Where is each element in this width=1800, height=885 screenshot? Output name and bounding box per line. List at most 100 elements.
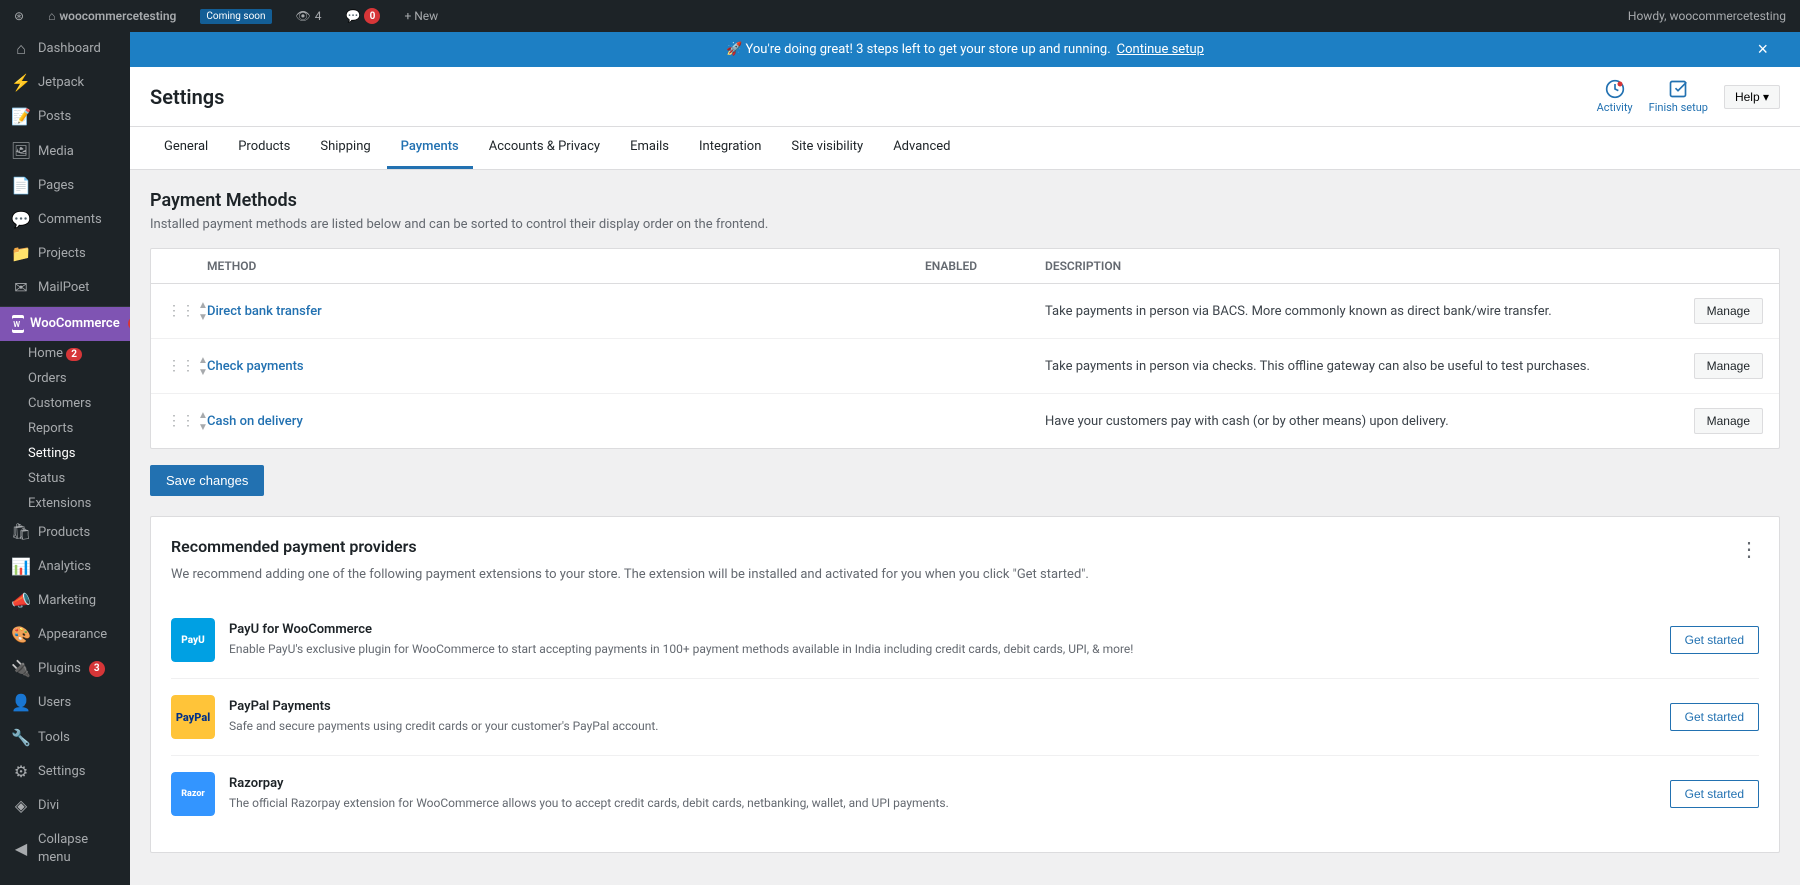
posts-icon: 📝 <box>12 108 30 126</box>
tab-emails[interactable]: Emails <box>616 127 683 169</box>
sidebar-sub-settings[interactable]: Settings <box>0 441 130 466</box>
admin-bar-eye[interactable]: 👁 4 <box>290 0 328 32</box>
notice-link[interactable]: Continue setup <box>1117 42 1204 57</box>
admin-bar-wp-icon[interactable]: ⊛ <box>8 0 30 32</box>
sidebar-sub-reports[interactable]: Reports <box>0 416 130 441</box>
users-icon: 👤 <box>12 695 30 713</box>
finish-setup-button[interactable]: Finish setup <box>1649 79 1708 114</box>
payu-name: PayU for WooCommerce <box>229 622 1656 637</box>
notice-text: 🚀 You're doing great! 3 steps left to ge… <box>726 42 1111 57</box>
sidebar-item-analytics[interactable]: 📊 Analytics <box>0 550 130 584</box>
main-content: 🚀 You're doing great! 3 steps left to ge… <box>130 32 1800 885</box>
toggle-direct-bank[interactable] <box>925 304 1045 319</box>
more-options-icon[interactable]: ⋮ <box>1739 537 1759 561</box>
tab-shipping[interactable]: Shipping <box>306 127 384 169</box>
get-started-button-payu[interactable]: Get started <box>1670 626 1759 654</box>
drag-handle-check[interactable]: ⋮⋮ ▲ ▼ <box>167 355 207 378</box>
sidebar-item-mailpoet[interactable]: ✉ MailPoet <box>0 271 130 305</box>
admin-bar-comments[interactable]: 💬 0 <box>339 0 386 32</box>
get-started-button-paypal[interactable]: Get started <box>1670 703 1759 731</box>
plugins-badge: 3 <box>89 661 105 677</box>
drag-dots-icon: ⋮⋮ <box>167 413 195 429</box>
activity-button[interactable]: Activity <box>1597 79 1633 114</box>
payment-methods-table: Method Enabled Description ⋮⋮ ▲ ▼ Direct… <box>150 248 1780 449</box>
table-row: ⋮⋮ ▲ ▼ Check payments Take payments in p… <box>151 339 1779 394</box>
media-icon: 🖼 <box>12 143 30 161</box>
razorpay-info: Razorpay The official Razorpay extension… <box>229 776 1656 812</box>
sidebar-sub-status[interactable]: Status <box>0 466 130 491</box>
admin-bar: ⊛ ⌂ woocommercetesting Coming soon 👁 4 💬… <box>0 0 1800 32</box>
table-row: ⋮⋮ ▲ ▼ Direct bank transfer Take payment… <box>151 284 1779 339</box>
sidebar-sub-orders[interactable]: Orders <box>0 366 130 391</box>
sidebar-item-plugins[interactable]: 🔌 Plugins 3 <box>0 652 130 686</box>
provider-list: PayU PayU for WooCommerce Enable PayU's … <box>171 602 1759 832</box>
home-badge: 2 <box>66 348 82 361</box>
admin-bar-new[interactable]: + New <box>398 0 444 32</box>
tab-products[interactable]: Products <box>224 127 304 169</box>
analytics-icon: 📊 <box>12 558 30 576</box>
tab-general[interactable]: General <box>150 127 222 169</box>
list-item: PayU PayU for WooCommerce Enable PayU's … <box>171 602 1759 679</box>
method-name-direct-bank[interactable]: Direct bank transfer <box>207 304 925 319</box>
sidebar-sub-extensions[interactable]: Extensions <box>0 491 130 516</box>
sidebar-item-projects[interactable]: 📁 Projects <box>0 237 130 271</box>
sidebar-item-appearance[interactable]: 🎨 Appearance <box>0 618 130 652</box>
sidebar-item-pages[interactable]: 📄 Pages <box>0 169 130 203</box>
manage-button-check[interactable]: Manage <box>1694 353 1763 379</box>
sidebar-item-users[interactable]: 👤 Users <box>0 686 130 720</box>
recommended-title: Recommended payment providers <box>171 537 417 556</box>
notice-close-button[interactable]: × <box>1741 29 1784 70</box>
description-cell-cod: Have your customers pay with cash (or by… <box>1045 408 1763 434</box>
toggle-check[interactable] <box>925 359 1045 374</box>
paypal-info: PayPal Payments Safe and secure payments… <box>229 699 1656 735</box>
payment-methods-title: Payment Methods <box>150 190 1780 211</box>
site-icon: ⌂ <box>48 9 55 23</box>
razorpay-logo: Razor <box>171 772 215 816</box>
manage-button-cod[interactable]: Manage <box>1694 408 1763 434</box>
sidebar-item-posts[interactable]: 📝 Posts <box>0 100 130 134</box>
help-button[interactable]: Help ▾ <box>1724 85 1780 109</box>
finish-setup-label: Finish setup <box>1649 101 1708 114</box>
tab-integration[interactable]: Integration <box>685 127 775 169</box>
paypal-logo-graphic: PayPal <box>171 695 215 739</box>
sidebar-item-tools[interactable]: 🔧 Tools <box>0 721 130 755</box>
sidebar-item-collapse[interactable]: ◀ Collapse menu <box>0 823 130 875</box>
toggle-cod[interactable] <box>925 414 1045 429</box>
tab-accounts-privacy[interactable]: Accounts & Privacy <box>475 127 614 169</box>
sidebar-sub-home[interactable]: Home 2 <box>0 341 130 366</box>
sidebar-item-comments[interactable]: 💬 Comments <box>0 203 130 237</box>
list-item: PayPal PayPal Payments Safe and secure p… <box>171 679 1759 756</box>
tab-payments[interactable]: Payments <box>387 127 473 169</box>
notice-bar: 🚀 You're doing great! 3 steps left to ge… <box>130 32 1800 67</box>
sidebar-item-marketing[interactable]: 📣 Marketing <box>0 584 130 618</box>
desc-direct-bank: Take payments in person via BACS. More c… <box>1045 304 1552 319</box>
drag-handle-cod[interactable]: ⋮⋮ ▲ ▼ <box>167 410 207 433</box>
drag-handle-direct-bank[interactable]: ⋮⋮ ▲ ▼ <box>167 300 207 323</box>
sidebar-label-marketing: Marketing <box>38 592 96 610</box>
collapse-icon: ◀ <box>12 840 30 858</box>
method-name-check[interactable]: Check payments <box>207 359 925 374</box>
sidebar: ⌂ Dashboard ⚡ Jetpack 📝 Posts 🖼 Media 📄 … <box>0 32 130 885</box>
sidebar-item-woocommerce[interactable]: W WooCommerce 2 <box>0 307 130 341</box>
sidebar-item-jetpack[interactable]: ⚡ Jetpack <box>0 66 130 100</box>
sidebar-item-products[interactable]: 🛍 Products <box>0 516 130 550</box>
sidebar-item-media[interactable]: 🖼 Media <box>0 135 130 169</box>
mailpoet-icon: ✉ <box>12 279 30 297</box>
sidebar-sub-customers[interactable]: Customers <box>0 391 130 416</box>
sidebar-item-settings-wp[interactable]: ⚙ Settings <box>0 755 130 789</box>
tab-advanced[interactable]: Advanced <box>879 127 964 169</box>
save-changes-button[interactable]: Save changes <box>150 465 264 496</box>
sidebar-item-dashboard[interactable]: ⌂ Dashboard <box>0 32 130 66</box>
sidebar-item-divi[interactable]: ◈ Divi <box>0 789 130 823</box>
admin-bar-site[interactable]: ⌂ woocommercetesting <box>42 0 182 32</box>
admin-bar-coming-soon[interactable]: Coming soon <box>194 0 277 32</box>
description-cell-direct-bank: Take payments in person via BACS. More c… <box>1045 298 1763 324</box>
site-name: woocommercetesting <box>59 9 176 23</box>
sidebar-label-divi: Divi <box>38 797 59 815</box>
get-started-button-razorpay[interactable]: Get started <box>1670 780 1759 808</box>
manage-button-direct-bank[interactable]: Manage <box>1694 298 1763 324</box>
admin-bar-howdy[interactable]: Howdy, woocommercetesting <box>1622 9 1792 23</box>
appearance-icon: 🎨 <box>12 626 30 644</box>
method-name-cod[interactable]: Cash on delivery <box>207 414 925 429</box>
tab-site-visibility[interactable]: Site visibility <box>777 127 877 169</box>
